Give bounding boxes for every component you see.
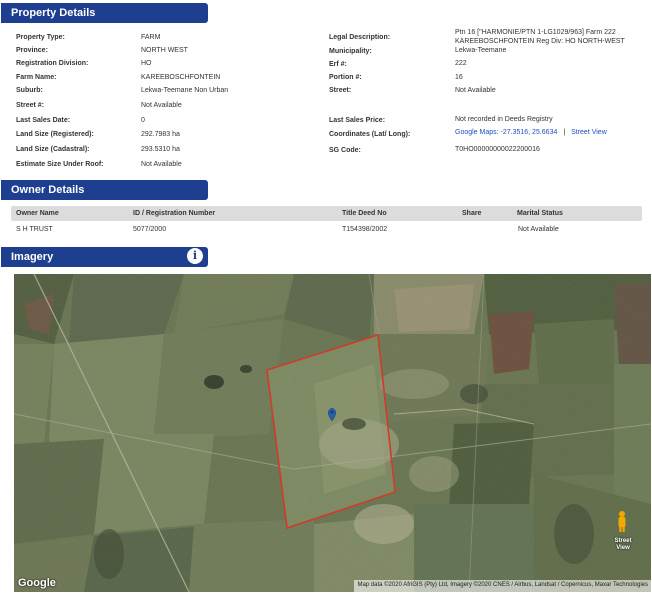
owner-details-header: Owner Details: [1, 180, 208, 200]
street-label: Street:: [329, 87, 352, 94]
share-column: Share: [462, 210, 482, 217]
last-sales-date-value: 0: [141, 117, 145, 124]
suburb-label: Suburb:: [16, 87, 43, 94]
land-size-cadastral-label: Land Size (Cadastral):: [16, 146, 90, 153]
street-view-label-line1: Street: [614, 538, 632, 544]
street-view-link[interactable]: Street View: [571, 129, 607, 136]
owner-name-cell: S H TRUST: [16, 226, 53, 233]
info-icon[interactable]: i: [186, 247, 204, 265]
estimate-size-under-roof-value: Not Available: [141, 161, 182, 168]
street-number-label: Street #:: [16, 102, 45, 109]
owner-table-header: Owner Name ID / Registration Number Titl…: [11, 206, 642, 221]
id-registration-column: ID / Registration Number: [133, 210, 216, 217]
province-value: NORTH WEST: [141, 47, 188, 54]
owner-name-column: Owner Name: [16, 210, 59, 217]
farm-name-value: KAREEBOSCHFONTEIN: [141, 74, 221, 81]
coordinates-value: Google Maps: -27.3516, 25.6634 | Street …: [455, 129, 607, 136]
legal-description-label: Legal Description:: [329, 34, 391, 41]
id-registration-cell: 5077/2000: [133, 226, 167, 233]
satellite-map[interactable]: Street View Google Map data ©2020 AfriGI…: [14, 274, 651, 592]
legal-description-line2: KAREEBOSCHFONTEIN Reg Div: HO NORTH-WEST: [455, 38, 625, 45]
title-deed-cell: T154398/2002: [342, 226, 388, 233]
last-sales-price-value: Not recorded in Deeds Registry: [455, 116, 553, 123]
property-type-value: FARM: [141, 34, 161, 41]
street-value: Not Available: [455, 87, 496, 94]
last-sales-date-label: Last Sales Date:: [16, 117, 71, 124]
google-logo: Google: [18, 577, 56, 589]
marital-status-cell: Not Available: [518, 226, 559, 233]
sg-code-label: SG Code:: [329, 147, 361, 154]
title-deed-column: Title Deed No: [342, 210, 387, 217]
portion-label: Portion #:: [329, 74, 362, 81]
land-size-registered-label: Land Size (Registered):: [16, 131, 94, 138]
street-number-value: Not Available: [141, 102, 182, 109]
property-type-label: Property Type:: [16, 34, 65, 41]
registration-division-label: Registration Division:: [16, 60, 89, 67]
suburb-value: Lekwa-Teemane Non Urban: [141, 87, 229, 94]
google-maps-coordinates-link[interactable]: Google Maps: -27.3516, 25.6634: [455, 129, 557, 136]
legal-description-line1: Ptn 16 ["HARMONIE/PTN 1-LG1029/963] Farm…: [455, 29, 616, 36]
municipality-label: Municipality:: [329, 48, 372, 55]
coordinates-separator: |: [563, 129, 566, 136]
street-view-control[interactable]: Street View: [610, 538, 636, 552]
portion-value: 16: [455, 74, 463, 81]
land-size-registered-value: 292.7983 ha: [141, 131, 180, 138]
farm-name-label: Farm Name:: [16, 74, 57, 81]
province-label: Province:: [16, 47, 48, 54]
marital-status-column: Marital Status: [517, 210, 563, 217]
map-attribution[interactable]: Map data ©2020 AfriGIS (Pty) Ltd, Imager…: [354, 580, 651, 592]
registration-division-value: HO: [141, 60, 152, 67]
land-size-cadastral-value: 293.5310 ha: [141, 146, 180, 153]
property-details-header: Property Details: [1, 3, 208, 23]
estimate-size-under-roof-label: Estimate Size Under Roof:: [16, 161, 104, 168]
coordinates-label: Coordinates (Lat/ Long):: [329, 131, 411, 138]
satellite-imagery: [14, 274, 651, 592]
last-sales-price-label: Last Sales Price:: [329, 117, 386, 124]
sg-code-value: T0HO00000000022200016: [455, 146, 540, 153]
street-view-label-line2: View: [616, 545, 630, 551]
imagery-header: Imagery: [1, 247, 208, 267]
erf-value: 222: [455, 60, 467, 67]
erf-label: Erf #:: [329, 61, 347, 68]
municipality-value: Lekwa-Teemane: [455, 47, 507, 54]
